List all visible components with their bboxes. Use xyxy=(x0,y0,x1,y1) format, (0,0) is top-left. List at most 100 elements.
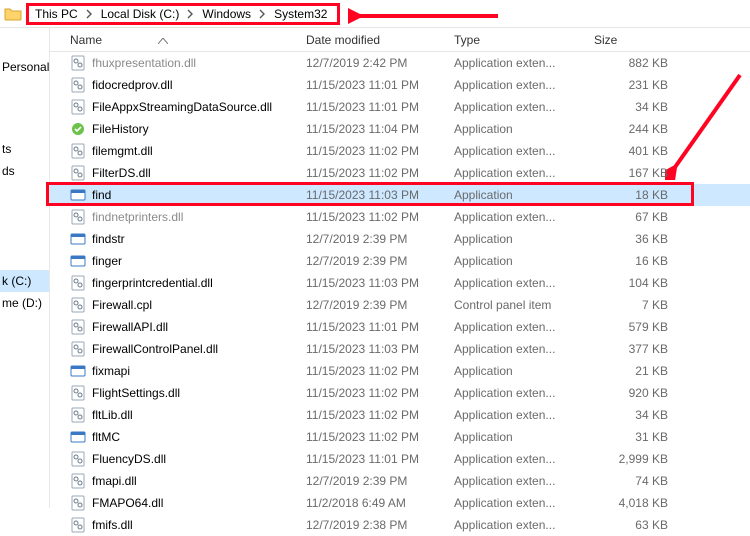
file-size: 7 KB xyxy=(588,298,680,312)
sidebar-item-c[interactable]: k (C:) xyxy=(0,270,49,292)
file-name: FileAppxStreamingDataSource.dll xyxy=(92,100,272,114)
table-row[interactable]: filemgmt.dll11/15/2023 11:02 PMApplicati… xyxy=(50,140,750,162)
file-type: Application exten... xyxy=(448,210,588,224)
file-date: 11/15/2023 11:01 PM xyxy=(300,320,448,334)
table-row[interactable]: FilterDS.dll11/15/2023 11:02 PMApplicati… xyxy=(50,162,750,184)
dll-icon xyxy=(70,495,86,511)
exe-icon xyxy=(70,253,86,269)
file-name: Firewall.cpl xyxy=(92,298,152,312)
file-date: 11/15/2023 11:03 PM xyxy=(300,342,448,356)
dll-icon xyxy=(70,407,86,423)
file-name: fingerprintcredential.dll xyxy=(92,276,213,290)
table-row[interactable]: fixmapi11/15/2023 11:02 PMApplication21 … xyxy=(50,360,750,382)
file-date: 11/15/2023 11:03 PM xyxy=(300,188,448,202)
column-header-date[interactable]: Date modified xyxy=(300,33,448,47)
file-name: FluencyDS.dll xyxy=(92,452,166,466)
sidebar-item[interactable]: Personal xyxy=(0,56,49,78)
table-row[interactable]: FileHistory11/15/2023 11:04 PMApplicatio… xyxy=(50,118,750,140)
dll-icon xyxy=(70,341,86,357)
table-row[interactable]: FileAppxStreamingDataSource.dll 11/15/202… xyxy=(50,96,750,118)
file-date: 11/15/2023 11:03 PM xyxy=(300,276,448,290)
table-row[interactable]: FMAPO64.dll11/2/2018 6:49 AMApplication … xyxy=(50,492,750,514)
file-type: Application exten... xyxy=(448,78,588,92)
column-header-type[interactable]: Type xyxy=(448,33,588,47)
file-date: 11/15/2023 11:01 PM xyxy=(300,78,448,92)
breadcrumb-seg-thispc[interactable]: This PC xyxy=(31,5,82,23)
file-type: Application exten... xyxy=(448,276,588,290)
file-type: Application exten... xyxy=(448,320,588,334)
table-row[interactable]: FluencyDS.dll11/15/2023 11:01 PMApplicat… xyxy=(50,448,750,470)
table-row[interactable]: fltMC11/15/2023 11:02 PMApplication31 KB xyxy=(50,426,750,448)
file-type: Application exten... xyxy=(448,342,588,356)
file-type: Application exten... xyxy=(448,100,588,114)
table-row[interactable]: fmifs.dll 12/7/2019 2:38 PMApplication ex… xyxy=(50,514,750,536)
table-row[interactable]: Firewall.cpl12/7/2019 2:39 PMControl pan… xyxy=(50,294,750,316)
file-size: 167 KB xyxy=(588,166,680,180)
breadcrumb-seg-c[interactable]: Local Disk (C:) xyxy=(97,5,184,23)
file-date: 11/15/2023 11:02 PM xyxy=(300,364,448,378)
sidebar-item[interactable]: ds xyxy=(0,160,49,182)
exe-icon xyxy=(70,429,86,445)
dll-icon xyxy=(70,319,86,335)
table-row[interactable]: fltLib.dll11/15/2023 11:02 PMApplication… xyxy=(50,404,750,426)
table-row[interactable]: findnetprinters.dll 11/15/2023 11:02 PMAp… xyxy=(50,206,750,228)
breadcrumb[interactable]: This PC Local Disk (C:) Windows System32 xyxy=(26,3,340,25)
table-row[interactable]: fhuxpresentation.dll12/7/2019 2:42 PMApp… xyxy=(50,52,750,74)
breadcrumb-seg-windows[interactable]: Windows xyxy=(198,5,255,23)
file-name: finger xyxy=(92,254,122,268)
table-row[interactable]: fingerprintcredential.dll 11/15/2023 11:0… xyxy=(50,272,750,294)
file-name: findnetprinters.dll xyxy=(92,210,183,224)
file-size: 579 KB xyxy=(588,320,680,334)
file-date: 12/7/2019 2:39 PM xyxy=(300,254,448,268)
table-row[interactable]: findstr12/7/2019 2:39 PMApplication36 KB xyxy=(50,228,750,250)
file-name: FirewallControlPanel.dll xyxy=(92,342,218,356)
file-name: filemgmt.dll xyxy=(92,144,153,158)
file-name: fmapi.dll xyxy=(92,474,137,488)
file-name: findstr xyxy=(92,232,125,246)
column-header-name[interactable]: Name xyxy=(50,33,300,47)
chevron-right-icon xyxy=(255,9,270,19)
breadcrumb-seg-system32[interactable]: System32 xyxy=(270,5,331,23)
file-size: 244 KB xyxy=(588,122,680,136)
file-size: 920 KB xyxy=(588,386,680,400)
file-name: fltLib.dll xyxy=(92,408,133,422)
table-row[interactable]: fidocredprov.dll11/15/2023 11:01 PMAppli… xyxy=(50,74,750,96)
file-type: Application exten... xyxy=(448,474,588,488)
file-type: Application exten... xyxy=(448,452,588,466)
file-date: 12/7/2019 2:38 PM xyxy=(300,518,448,532)
file-size: 882 KB xyxy=(588,56,680,70)
file-name: FileHistory xyxy=(92,122,149,136)
file-size: 18 KB xyxy=(588,188,680,202)
column-headers: Name Date modified Type Size xyxy=(50,28,750,52)
exe-icon xyxy=(70,231,86,247)
table-row[interactable]: FirewallControlPanel.dll 11/15/2023 11:03… xyxy=(50,338,750,360)
exe-icon xyxy=(70,187,86,203)
file-size: 377 KB xyxy=(588,342,680,356)
table-row[interactable]: find11/15/2023 11:03 PMApplication18 KB xyxy=(50,184,750,206)
file-size: 231 KB xyxy=(588,78,680,92)
file-date: 11/15/2023 11:02 PM xyxy=(300,144,448,158)
sidebar-item[interactable]: ts xyxy=(0,138,49,160)
dll-icon xyxy=(70,77,86,93)
table-row[interactable]: FirewallAPI.dll11/15/2023 11:01 PMApplic… xyxy=(50,316,750,338)
table-row[interactable]: fmapi.dll12/7/2019 2:39 PMApplication ex… xyxy=(50,470,750,492)
file-date: 11/15/2023 11:01 PM xyxy=(300,100,448,114)
table-row[interactable]: FlightSettings.dll11/15/2023 11:02 PMApp… xyxy=(50,382,750,404)
file-type: Application exten... xyxy=(448,518,588,532)
nav-sidebar: Personal ts ds k (C:) me (D:) xyxy=(0,28,50,508)
file-name: fltMC xyxy=(92,430,120,444)
file-name: find xyxy=(92,188,111,202)
annotation-arrow-left-icon xyxy=(348,8,498,24)
sidebar-item-d[interactable]: me (D:) xyxy=(0,292,49,314)
file-type: Application xyxy=(448,122,588,136)
column-header-size[interactable]: Size xyxy=(588,33,680,47)
file-name: fmifs.dll xyxy=(92,518,133,532)
file-type: Application exten... xyxy=(448,166,588,180)
file-name: FilterDS.dll xyxy=(92,166,151,180)
dll-icon xyxy=(70,517,86,533)
file-type: Control panel item xyxy=(448,298,588,312)
table-row[interactable]: finger12/7/2019 2:39 PMApplication16 KB xyxy=(50,250,750,272)
dll-icon xyxy=(70,55,86,71)
file-date: 11/15/2023 11:02 PM xyxy=(300,210,448,224)
file-size: 104 KB xyxy=(588,276,680,290)
